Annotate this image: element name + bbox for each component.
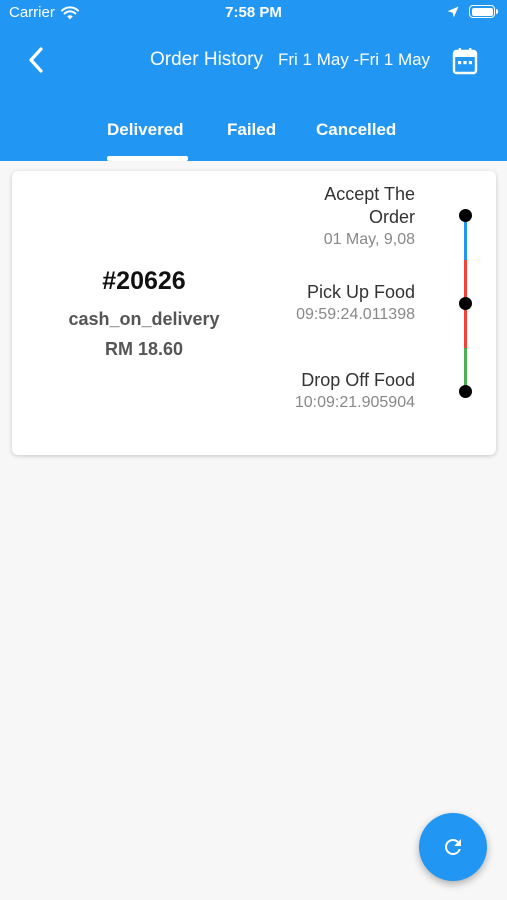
calendar-icon <box>452 48 478 75</box>
step-time: 10:09:21.905904 <box>294 394 415 411</box>
tab-cancelled[interactable]: Cancelled <box>316 120 396 140</box>
status-right-icons <box>447 5 498 18</box>
tab-delivered[interactable]: Delivered <box>107 120 184 140</box>
timeline-step-accept: Accept The Order 01 May, 9,08 <box>275 183 415 249</box>
refresh-button[interactable] <box>419 813 487 881</box>
chevron-left-icon <box>29 47 43 73</box>
order-summary: #20626 cash_on_delivery RM 18.60 <box>36 267 252 360</box>
payment-method: cash_on_delivery <box>68 309 220 329</box>
status-bar: Carrier 7:58 PM <box>0 0 507 28</box>
tab-failed[interactable]: Failed <box>227 120 276 140</box>
timeline-dot <box>459 297 472 310</box>
order-card[interactable]: #20626 cash_on_delivery RM 18.60 Accept … <box>12 171 496 455</box>
status-tabs: Delivered Failed Cancelled <box>0 112 507 161</box>
timeline-segment-accept-pickup <box>464 216 467 304</box>
order-amount: RM 18.60 <box>104 339 184 359</box>
back-button[interactable] <box>22 44 50 76</box>
battery-icon <box>469 5 498 18</box>
order-number: #20626 <box>102 267 186 295</box>
timeline-segment-pickup-dropoff <box>464 304 467 392</box>
timeline-step-dropoff: Drop Off Food 10:09:21.905904 <box>295 369 415 412</box>
date-range-label[interactable]: Fri 1 May -Fri 1 May <box>278 50 430 70</box>
step-time: 01 May, 9,08 <box>323 231 415 248</box>
timeline-dot <box>459 385 472 398</box>
refresh-icon <box>445 839 461 855</box>
status-time: 7:58 PM <box>225 4 282 21</box>
location-arrow-icon <box>447 6 459 17</box>
timeline-step-pickup: Pick Up Food 09:59:24.011398 <box>296 281 415 324</box>
step-label: Pick Up Food <box>306 282 415 302</box>
step-time: 09:59:24.011398 <box>296 306 415 323</box>
step-label: Accept The Order <box>324 184 415 227</box>
page-title: Order History <box>150 49 263 70</box>
app-bar: Carrier 7:58 PM Order History Fri 1 May … <box>0 0 507 161</box>
selected-tab-indicator <box>107 156 188 161</box>
timeline-dot <box>459 209 472 222</box>
calendar-button[interactable] <box>452 47 480 77</box>
step-label: Drop Off Food <box>301 370 415 390</box>
